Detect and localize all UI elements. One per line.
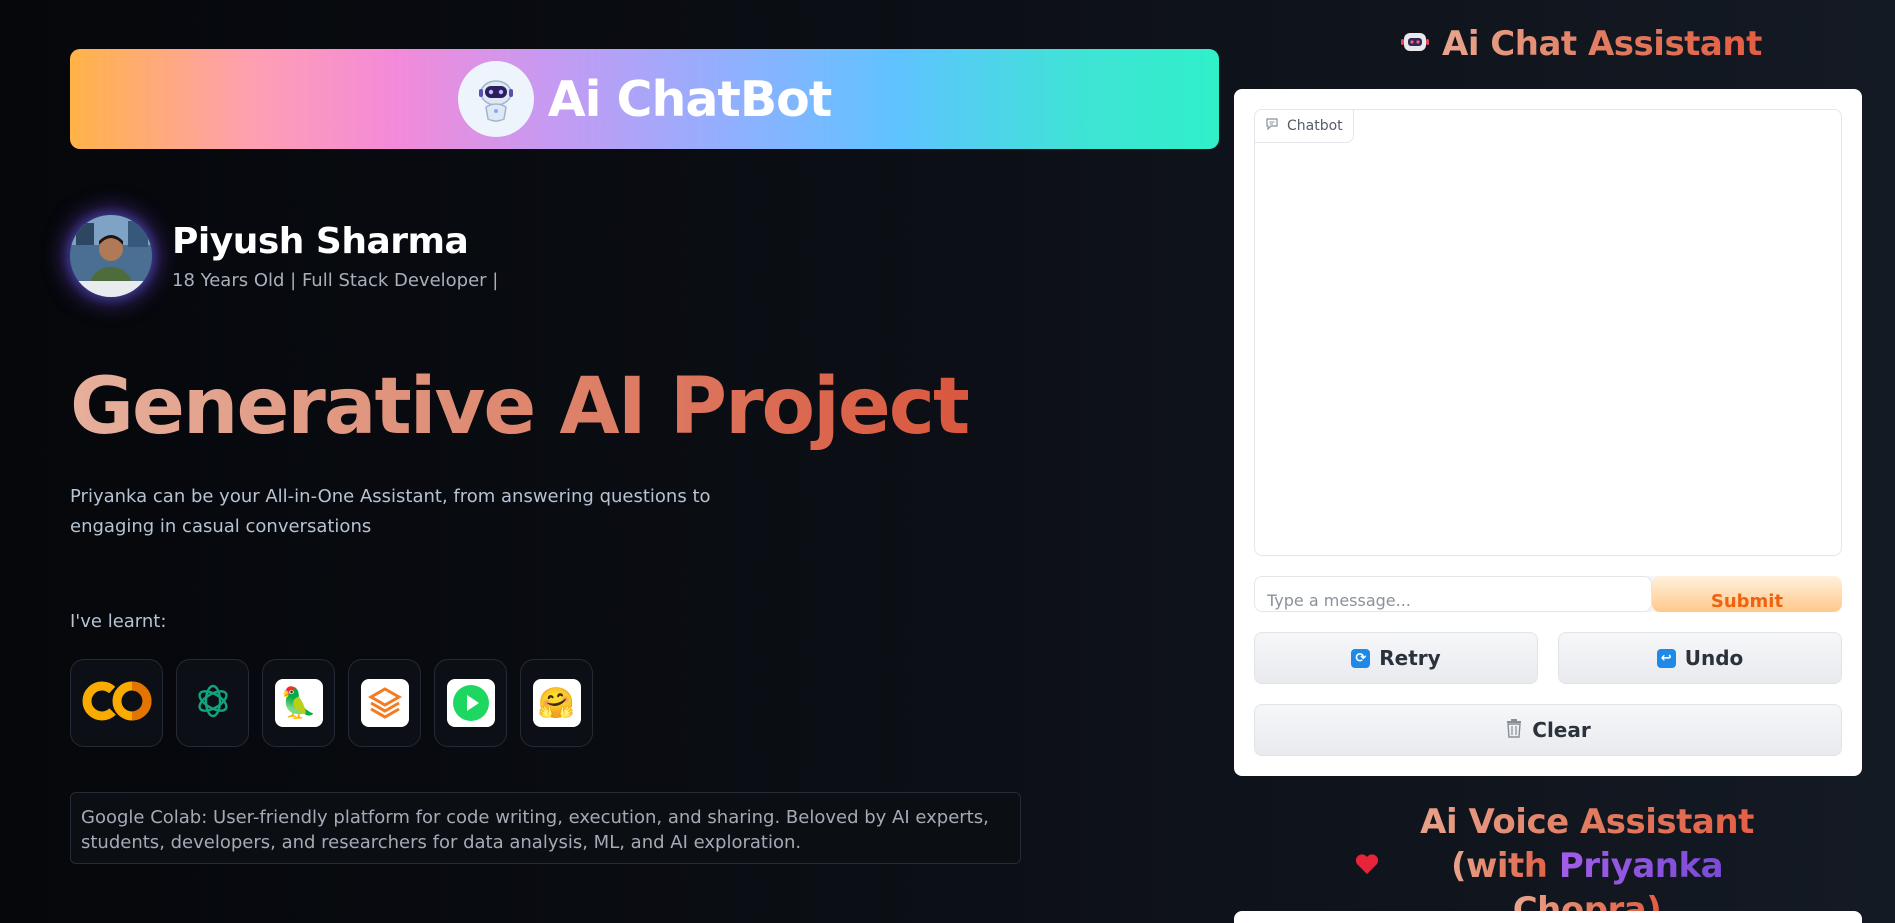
- profile-name: Piyush Sharma: [172, 221, 469, 262]
- voice-assistant-title: Ai Voice Assistant: [1400, 800, 1774, 844]
- voice-subtitle-name: Priyanka: [1558, 846, 1724, 886]
- avatar: [70, 215, 152, 297]
- tool-openai[interactable]: [176, 659, 249, 747]
- chat-bubble-icon: [1265, 117, 1279, 135]
- app-banner: Ai ChatBot: [70, 49, 1219, 149]
- retry-button[interactable]: ⟳ Retry: [1254, 632, 1538, 684]
- page-title: Generative AI Project: [70, 362, 970, 452]
- message-input-row: Submit: [1254, 576, 1842, 612]
- tool-google-colab[interactable]: [70, 659, 163, 747]
- tool-layers-icon: [360, 679, 409, 727]
- tool-layers[interactable]: [348, 659, 421, 747]
- submit-button[interactable]: Submit: [1652, 576, 1842, 612]
- robot-logo-icon: [457, 61, 534, 137]
- undo-label: Undo: [1684, 646, 1744, 670]
- profile-header: Piyush Sharma 18 Years Old | Full Stack …: [70, 215, 498, 297]
- google-colab-icon: [80, 679, 154, 727]
- openai-icon: [193, 681, 233, 725]
- undo-button[interactable]: ↩ Undo: [1558, 632, 1842, 684]
- clear-label: Clear: [1532, 718, 1591, 742]
- voice-subtitle-prefix: (with: [1450, 846, 1559, 886]
- chatbot-label: Chatbot: [1287, 118, 1343, 134]
- huggingface-icon: 🤗: [532, 679, 581, 727]
- tools-list: 🦜 🤗: [70, 659, 593, 747]
- trash-icon: [1505, 718, 1523, 743]
- learnt-label: I've learnt:: [70, 611, 167, 632]
- voice-panel: [1234, 911, 1862, 923]
- retry-icon: ⟳: [1351, 648, 1371, 668]
- clear-button[interactable]: Clear: [1254, 704, 1842, 756]
- tool-description: Google Colab: User-friendly platform for…: [70, 792, 1021, 864]
- play-icon: [446, 679, 495, 727]
- chatbot-label-tag: Chatbot: [1255, 110, 1354, 143]
- banner-title: Ai ChatBot: [547, 70, 833, 128]
- tool-play[interactable]: [434, 659, 507, 747]
- page-description: Priyanka can be your All-in-One Assistan…: [70, 486, 711, 537]
- tool-huggingface[interactable]: 🤗: [520, 659, 593, 747]
- tool-langchain[interactable]: 🦜: [262, 659, 335, 747]
- chatbot-window[interactable]: Chatbot: [1254, 109, 1842, 556]
- voice-assistant-heading: Ai Voice Assistant (with Priyanka Chopra…: [1354, 800, 1774, 923]
- chat-assistant-title: Ai Chat Assistant: [1442, 24, 1762, 64]
- undo-icon: ↩: [1656, 648, 1676, 668]
- langchain-icon: 🦜: [274, 679, 323, 727]
- chat-assistant-heading: Ai Chat Assistant: [1400, 24, 1762, 64]
- message-input[interactable]: [1254, 576, 1652, 612]
- profile-subtitle: 18 Years Old | Full Stack Developer |: [172, 270, 499, 291]
- robot-icon: [1400, 27, 1430, 61]
- heart-icon: [1354, 852, 1380, 880]
- retry-label: Retry: [1379, 646, 1441, 670]
- chat-panel: Chatbot Submit ⟳ Retry ↩ Undo Clear: [1234, 89, 1862, 776]
